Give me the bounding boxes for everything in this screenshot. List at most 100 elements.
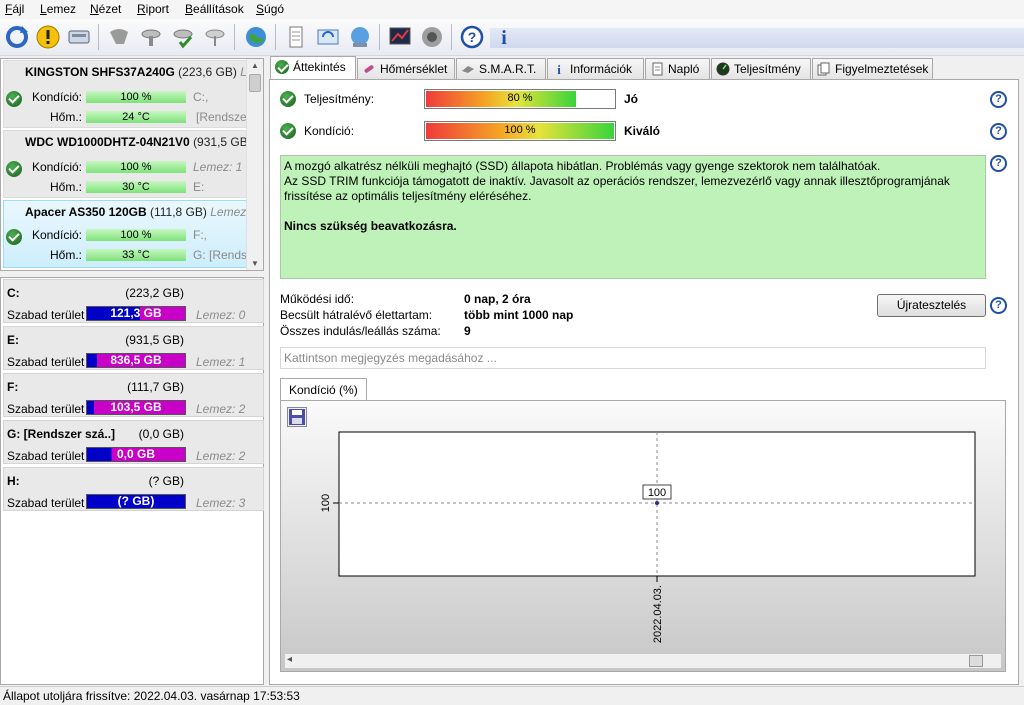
chart-x-tick-label: 2022.04.03. <box>652 585 664 643</box>
disk-item-selected[interactable]: Apacer AS350 120GB (111,8 GB) Lemez: 2 K… <box>3 200 260 268</box>
tab-performance[interactable]: Teljesítmény <box>711 58 811 80</box>
toolbar-separator <box>275 24 276 50</box>
volume-item[interactable]: F: (111,7 GB) Szabad terület 103,5 GB Le… <box>3 373 264 417</box>
volume-item[interactable]: C: (223,2 GB) Szabad terület 121,3 GB Le… <box>3 279 264 323</box>
retest-button[interactable]: Újratesztelés <box>877 294 986 317</box>
info-icon[interactable]: i <box>489 22 519 52</box>
tool-b-icon[interactable] <box>136 22 166 52</box>
help-icon[interactable]: ? <box>990 91 1007 108</box>
warning-icon[interactable] <box>33 22 63 52</box>
svg-text:i: i <box>557 62 561 76</box>
toolbar-separator <box>234 24 235 50</box>
tab-label: Információk <box>570 62 633 76</box>
tab-label: Figyelmeztetések <box>835 62 929 76</box>
health-label: Kondíció: <box>304 124 355 138</box>
status-bar: Állapot utoljára frissítve: 2022.04.03. … <box>0 686 1024 705</box>
volume-size: (223,2 GB) <box>125 286 184 300</box>
disk-list-scrollbar[interactable]: ▲ ▼ <box>246 59 263 270</box>
uptime-label: Működési idő: <box>280 292 355 306</box>
volume-disk: Lemez: 1 <box>196 355 246 369</box>
disk-model: WDC WD1000DHTZ-04N21V0 <box>25 135 190 149</box>
help-icon[interactable]: ? <box>457 22 487 52</box>
temp-bar: 33 °C <box>86 249 186 261</box>
menu-help[interactable]: Súgó <box>256 2 284 16</box>
volume-size: (0,0 GB) <box>138 427 184 441</box>
volume-label: [Rendszer <box>196 110 251 124</box>
scroll-down-icon[interactable]: ▼ <box>251 259 259 268</box>
menu-report[interactable]: Riport <box>137 2 169 16</box>
volume-item[interactable]: G: [Rendszer szá..] (0,0 GB) Szabad terü… <box>3 420 264 464</box>
message-line: Az SSD TRIM funkciója támogatott de inak… <box>284 174 950 188</box>
volume-item[interactable]: H: (? GB) Szabad terület (? GB) Lemez: 3 <box>3 467 264 511</box>
speaker-icon[interactable] <box>417 22 447 52</box>
tab-smart[interactable]: S.M.A.R.T. <box>456 58 546 80</box>
refresh-icon[interactable] <box>2 22 32 52</box>
tab-warnings[interactable]: Figyelmeztetések <box>812 58 933 80</box>
free-space-bar: 103,5 GB <box>86 400 186 415</box>
toolbar-separator <box>98 24 99 50</box>
volume-size: (? GB) <box>148 474 184 488</box>
tool-d-icon[interactable] <box>200 22 230 52</box>
volume-disk: Lemez: 3 <box>196 496 246 510</box>
tab-label: S.M.A.R.T. <box>479 62 537 76</box>
tab-overview[interactable]: Áttekintés <box>270 56 356 80</box>
tool-a-icon[interactable] <box>104 22 134 52</box>
document-icon[interactable] <box>281 22 311 52</box>
drive-letters: C:, <box>193 90 209 104</box>
tab-label: Áttekintés <box>293 60 346 74</box>
help-icon[interactable]: ? <box>990 155 1007 172</box>
network-icon[interactable] <box>345 22 375 52</box>
ok-check-icon <box>6 161 22 177</box>
disk-size: (931,5 GB <box>193 135 248 149</box>
tool-c-icon[interactable] <box>168 22 198 52</box>
tab-temperature[interactable]: Hőmérséklet <box>357 58 455 80</box>
scroll-thumb[interactable] <box>969 655 983 667</box>
disk-icon[interactable] <box>64 22 94 52</box>
disk-item[interactable]: KINGSTON SHFS37A240G (223,6 GB) Le Kondí… <box>3 60 254 128</box>
health-rating: Kiváló <box>624 124 661 138</box>
start-stop-label: Összes indulás/leállás száma: <box>280 324 441 338</box>
volume-item[interactable]: E: (931,5 GB) Szabad terület 836,5 GB Le… <box>3 326 264 370</box>
scroll-thumb[interactable] <box>249 74 261 92</box>
tab-log[interactable]: Napló <box>645 58 710 80</box>
ok-check-icon <box>280 91 296 107</box>
free-space-label: Szabad terület <box>7 308 85 322</box>
ok-check-icon <box>280 123 296 139</box>
chart-icon[interactable] <box>385 22 415 52</box>
note-input[interactable]: Kattintson megjegyzés megadásához ... <box>280 347 986 369</box>
volume-disk: Lemez: 2 <box>196 449 246 463</box>
temp-label: Hőm.: <box>49 180 82 194</box>
menu-settings[interactable]: Beállítások <box>185 2 244 16</box>
menu-view[interactable]: Nézet <box>90 2 121 16</box>
temp-label: Hőm.: <box>49 110 82 124</box>
help-icon[interactable]: ? <box>990 297 1007 314</box>
menu-file[interactable]: Fájl <box>5 2 24 16</box>
health-bar: 100 % <box>86 229 186 241</box>
chart-data-label: 100 <box>648 487 666 499</box>
scroll-left-icon[interactable]: ◂ <box>287 654 292 665</box>
ok-check-icon <box>6 91 22 107</box>
toolbar-separator <box>379 24 380 50</box>
menu-disk[interactable]: Lemez <box>40 2 76 16</box>
tab-information[interactable]: i Információk <box>547 58 644 80</box>
volume-name: F: <box>7 380 19 394</box>
health-bar: 100 % <box>424 121 616 141</box>
chart-y-tick-label: 100 <box>320 494 332 512</box>
volume-name: G: [Rendszer szá..] <box>7 427 116 441</box>
chart-tab-health[interactable]: Kondíció (%) <box>280 378 367 401</box>
chart-horizontal-scrollbar[interactable]: ◂ <box>285 654 1001 668</box>
temp-bar: 24 °C <box>86 111 186 123</box>
volume-name: E: <box>7 333 19 347</box>
sync-icon[interactable] <box>313 22 343 52</box>
chart-pane: 100 100 2022.04.03. ◂ <box>280 400 1006 672</box>
help-icon[interactable]: ? <box>990 123 1007 140</box>
performance-rating: Jó <box>624 92 639 106</box>
document-icon <box>652 62 663 76</box>
uptime-value: 0 nap, 2 óra <box>464 292 531 306</box>
scroll-up-icon[interactable]: ▲ <box>251 61 259 70</box>
start-stop-value: 9 <box>464 324 471 338</box>
globe-icon[interactable] <box>241 22 271 52</box>
message-line: frissítése az optimális teljesítmény elé… <box>284 189 532 203</box>
free-space-bar: 0,0 GB <box>86 447 186 462</box>
disk-item[interactable]: WDC WD1000DHTZ-04N21V0 (931,5 GB Kondíci… <box>3 130 248 198</box>
